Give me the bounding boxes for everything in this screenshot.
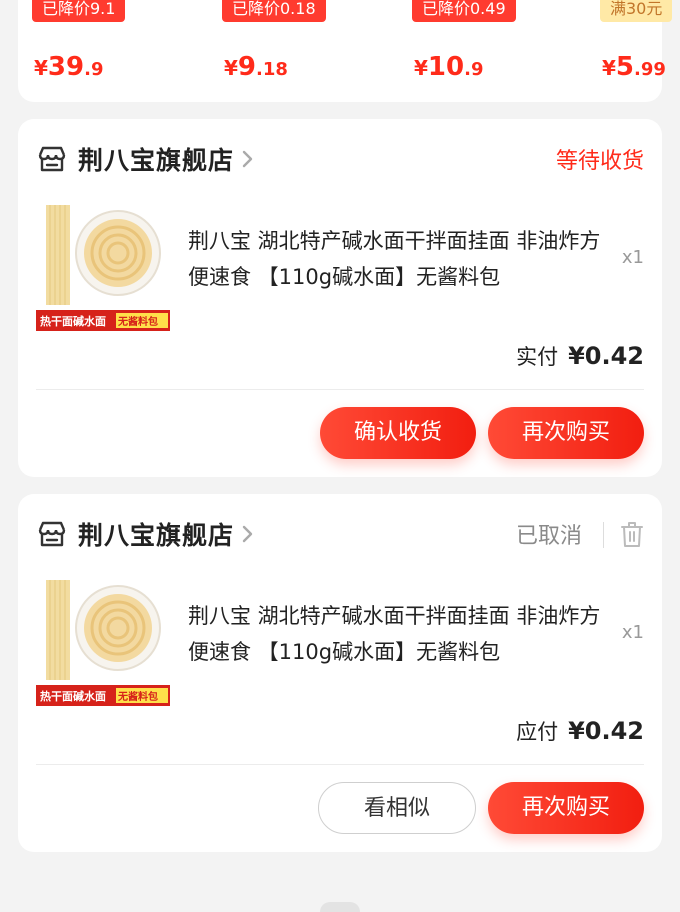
thumb-caption-right: 无酱料包	[117, 690, 158, 703]
pay-label: 实付	[516, 345, 559, 369]
price-drop-tag: 已降价9.1	[32, 0, 126, 22]
pay-amount: ¥0.42	[568, 342, 644, 370]
buy-again-button[interactable]: 再次购买	[488, 407, 644, 459]
payment-summary: 实付 ¥0.42	[516, 341, 644, 371]
recommend-strip: 已降价9.1 ¥39.9 已降价0.18 ¥9.18 已降价0.49 ¥10.9…	[18, 0, 673, 102]
product-thumbnail[interactable]: 热干面碱水面 无酱料包	[36, 578, 170, 706]
thumb-caption-left: 热干面碱水面	[40, 314, 106, 328]
quantity: x1	[621, 247, 644, 268]
store-link[interactable]: 荆八宝旗舰店	[36, 516, 256, 552]
noodle-sticks	[46, 205, 70, 305]
recommend-price: ¥39.9	[34, 52, 104, 82]
store-name: 荆八宝旗舰店	[78, 146, 235, 175]
price-drop-tag: 已降价0.18	[222, 0, 326, 22]
thumb-caption-right: 无酱料包	[117, 315, 158, 328]
order-status: 已取消	[515, 524, 582, 549]
order-card[interactable]: 荆八宝旗舰店 已取消 热干面碱水面 无酱料包 荆八宝 湖北特产碱水面干拌面挂面 …	[18, 494, 662, 852]
pay-label: 应付	[516, 720, 559, 744]
noodle-sticks	[46, 580, 70, 680]
chevron-right-icon	[242, 150, 253, 168]
pay-amount: ¥0.42	[568, 717, 644, 745]
payment-summary: 应付 ¥0.42	[516, 716, 644, 746]
thumb-caption-left: 热干面碱水面	[40, 689, 106, 703]
recommend-price: ¥10.9	[414, 52, 484, 82]
store-name: 荆八宝旗舰店	[78, 521, 235, 550]
divider	[36, 389, 644, 390]
order-card[interactable]: 荆八宝旗舰店 等待收货 热干面碱水面 无酱料包 荆八宝 湖北特产碱水面干拌面挂面…	[18, 119, 662, 477]
next-card-peek	[320, 902, 360, 912]
chevron-right-icon	[242, 525, 253, 543]
quantity: x1	[621, 622, 644, 643]
view-similar-button[interactable]: 看相似	[318, 782, 476, 834]
product-thumbnail[interactable]: 热干面碱水面 无酱料包	[36, 203, 170, 331]
divider	[36, 764, 644, 765]
confirm-receipt-button[interactable]: 确认收货	[320, 407, 476, 459]
status-divider	[603, 522, 604, 548]
recommend-price: ¥5.99	[602, 52, 666, 82]
recommend-price: ¥9.18	[224, 52, 288, 82]
product-title[interactable]: 荆八宝 湖北特产碱水面干拌面挂面 非油炸方便速食 【110g碱水面】无酱料包	[188, 223, 606, 295]
store-icon	[38, 521, 66, 547]
store-link[interactable]: 荆八宝旗舰店	[36, 141, 256, 177]
order-status: 等待收货	[555, 149, 644, 174]
buy-again-button[interactable]: 再次购买	[488, 782, 644, 834]
coupon-tag: 满30元	[600, 0, 673, 22]
store-icon	[38, 146, 66, 172]
price-drop-tag: 已降价0.49	[412, 0, 516, 22]
trash-icon[interactable]	[620, 520, 644, 548]
product-title[interactable]: 荆八宝 湖北特产碱水面干拌面挂面 非油炸方便速食 【110g碱水面】无酱料包	[188, 598, 606, 670]
